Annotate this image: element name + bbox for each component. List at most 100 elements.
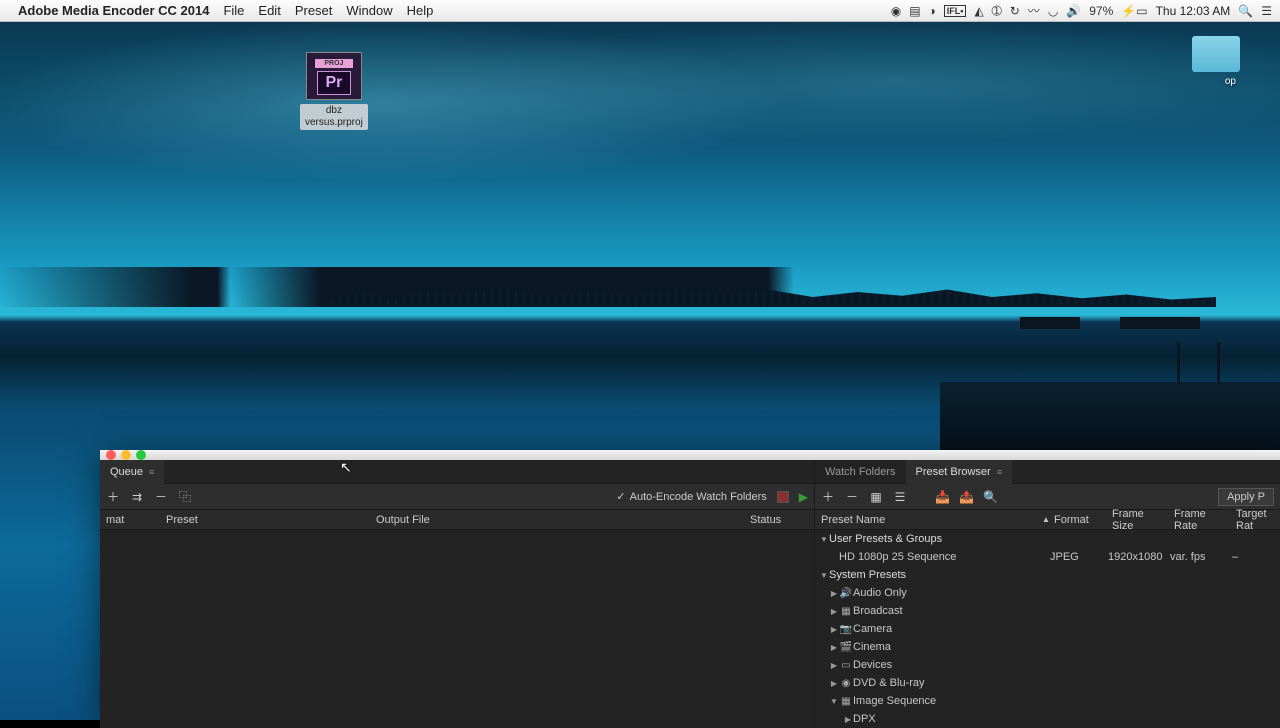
preset-category[interactable]: ▶📷Camera bbox=[815, 620, 1280, 638]
remove-button[interactable]: － bbox=[154, 488, 168, 505]
category-icon: 🎬 bbox=[839, 642, 853, 653]
window-close-button[interactable] bbox=[106, 450, 116, 460]
battery-icon[interactable]: ⚡▭ bbox=[1121, 4, 1147, 18]
col-preset[interactable]: Preset bbox=[160, 514, 370, 526]
queue-toolbar: ＋ ⇉ － ⿻ ✓ Auto-Encode Watch Folders ▶ bbox=[100, 484, 814, 510]
volume-icon[interactable]: 🔊 bbox=[1066, 4, 1081, 18]
group-system-presets[interactable]: ▼ System Presets bbox=[815, 566, 1280, 584]
macos-menubar: Adobe Media Encoder CC 2014 File Edit Pr… bbox=[0, 0, 1280, 22]
status-icon[interactable]: ◉ bbox=[891, 4, 901, 18]
panel-menu-icon[interactable]: ≡ bbox=[149, 467, 154, 477]
preset-browser-panel: Watch Folders Preset Browser ≡ ＋ － ▦ ☰ 📥… bbox=[815, 460, 1280, 728]
window-titlebar[interactable] bbox=[100, 450, 1280, 460]
preset-tree[interactable]: ▼ User Presets & Groups HD 1080p 25 Sequ… bbox=[815, 530, 1280, 728]
import-preset-button[interactable]: 📥 bbox=[935, 490, 949, 504]
menu-edit[interactable]: Edit bbox=[258, 3, 280, 18]
disclosure-icon[interactable]: ▶ bbox=[829, 643, 839, 652]
stop-queue-button[interactable] bbox=[777, 491, 789, 503]
window-zoom-button[interactable] bbox=[136, 450, 146, 460]
start-queue-button[interactable]: ▶ bbox=[799, 490, 808, 504]
tab-queue[interactable]: Queue ≡ bbox=[100, 460, 164, 484]
disclosure-icon[interactable]: ▶ bbox=[829, 589, 839, 598]
new-group-button[interactable]: ▦ bbox=[869, 490, 883, 504]
category-icon: ◉ bbox=[839, 678, 853, 689]
col-target-rate[interactable]: Target Rat bbox=[1232, 508, 1280, 532]
disclosure-icon[interactable]: ▶ bbox=[843, 715, 853, 724]
desktop-file-label: dbz versus.prproj bbox=[300, 104, 368, 130]
status-icon[interactable]: ◭ bbox=[974, 4, 983, 18]
desktop-folder[interactable] bbox=[1192, 36, 1240, 72]
category-icon: 📷 bbox=[839, 624, 853, 635]
disclosure-icon[interactable]: ▶ bbox=[829, 607, 839, 616]
desktop-folder-label: op bbox=[1225, 76, 1236, 87]
premiere-icon: Pr bbox=[317, 71, 351, 95]
queue-list[interactable] bbox=[100, 530, 814, 728]
category-label: Audio Only bbox=[853, 587, 1280, 599]
category-icon: ▭ bbox=[839, 660, 853, 671]
tab-queue-label: Queue bbox=[110, 466, 143, 478]
col-frame-rate[interactable]: Frame Rate bbox=[1170, 508, 1232, 532]
tab-preset-browser[interactable]: Preset Browser ≡ bbox=[906, 460, 1012, 484]
col-output[interactable]: Output File bbox=[370, 514, 744, 526]
preset-settings-button[interactable]: ☰ bbox=[893, 490, 907, 504]
menu-help[interactable]: Help bbox=[407, 3, 434, 18]
battery-percent[interactable]: 97% bbox=[1089, 4, 1113, 18]
add-source-button[interactable]: ＋ bbox=[106, 488, 120, 505]
category-label: Devices bbox=[853, 659, 1280, 671]
category-icon: 🔊 bbox=[839, 588, 853, 599]
status-icon[interactable]: IFL• bbox=[944, 5, 967, 17]
notification-center-icon[interactable]: ☰ bbox=[1261, 4, 1272, 18]
search-preset-button[interactable]: 🔍 bbox=[983, 490, 997, 504]
panel-menu-icon[interactable]: ≡ bbox=[997, 467, 1002, 477]
category-image-sequence[interactable]: ▼ ▦ Image Sequence bbox=[815, 692, 1280, 710]
disclosure-icon[interactable]: ▼ bbox=[829, 697, 839, 706]
preset-item[interactable]: HD 1080p 25 Sequence JPEG 1920x1080 var.… bbox=[815, 548, 1280, 566]
spotlight-icon[interactable]: 🔍 bbox=[1238, 4, 1253, 18]
disclosure-icon[interactable]: ▶ bbox=[829, 679, 839, 688]
wifi-icon[interactable]: ◡ bbox=[1048, 4, 1058, 18]
category-dpx[interactable]: ▶ DPX bbox=[815, 710, 1280, 728]
preset-toolbar: ＋ － ▦ ☰ 📥 📤 🔍 Apply P bbox=[815, 484, 1280, 510]
col-preset-name[interactable]: Preset Name bbox=[815, 514, 1038, 526]
preset-category[interactable]: ▶◉DVD & Blu-ray bbox=[815, 674, 1280, 692]
category-label: Broadcast bbox=[853, 605, 1280, 617]
disclosure-icon[interactable]: ▼ bbox=[819, 571, 829, 580]
status-icon[interactable]: ▤ bbox=[909, 4, 920, 18]
duplicate-button[interactable]: ⿻ bbox=[178, 488, 192, 505]
menu-file[interactable]: File bbox=[223, 3, 244, 18]
col-format[interactable]: Format bbox=[1050, 514, 1108, 526]
export-preset-button[interactable]: 📤 bbox=[959, 490, 973, 504]
group-user-presets[interactable]: ▼ User Presets & Groups bbox=[815, 530, 1280, 548]
col-format[interactable]: mat bbox=[100, 514, 160, 526]
auto-encode-checkbox[interactable]: ✓ Auto-Encode Watch Folders bbox=[616, 490, 766, 503]
preset-category[interactable]: ▶🎬Cinema bbox=[815, 638, 1280, 656]
menu-window[interactable]: Window bbox=[346, 3, 392, 18]
disclosure-icon[interactable]: ▼ bbox=[819, 535, 829, 544]
preset-category[interactable]: ▶▭Devices bbox=[815, 656, 1280, 674]
disclosure-icon[interactable]: ▶ bbox=[829, 661, 839, 670]
apply-preset-button[interactable]: Apply P bbox=[1218, 488, 1274, 506]
delete-preset-button[interactable]: － bbox=[845, 488, 859, 505]
disclosure-icon[interactable]: ▶ bbox=[829, 625, 839, 634]
status-icon[interactable]: ◑ bbox=[929, 4, 936, 18]
menubar-clock[interactable]: Thu 12:03 AM bbox=[1156, 4, 1231, 18]
new-preset-button[interactable]: ＋ bbox=[821, 488, 835, 505]
preset-category[interactable]: ▶▦Broadcast bbox=[815, 602, 1280, 620]
status-icon[interactable]: 〰 bbox=[1028, 2, 1040, 19]
status-icon[interactable]: ➀ bbox=[992, 4, 1002, 18]
sort-arrow-icon[interactable]: ▲ bbox=[1038, 515, 1050, 524]
window-minimize-button[interactable] bbox=[121, 450, 131, 460]
add-output-button[interactable]: ⇉ bbox=[130, 490, 144, 504]
queue-column-headers: mat Preset Output File Status bbox=[100, 510, 814, 530]
ame-window: Queue ≡ ＋ ⇉ － ⿻ ✓ Auto-Encode Watch Fold… bbox=[100, 450, 1280, 720]
col-frame-size[interactable]: Frame Size bbox=[1108, 508, 1170, 532]
preset-category[interactable]: ▶🔊Audio Only bbox=[815, 584, 1280, 602]
menu-preset[interactable]: Preset bbox=[295, 3, 333, 18]
app-name[interactable]: Adobe Media Encoder CC 2014 bbox=[18, 3, 209, 18]
category-label: Cinema bbox=[853, 641, 1280, 653]
category-icon: ▦ bbox=[839, 606, 853, 617]
col-status[interactable]: Status bbox=[744, 514, 814, 526]
desktop-file-prproj[interactable]: Pr dbz versus.prproj bbox=[300, 52, 368, 130]
tab-watch-folders[interactable]: Watch Folders bbox=[815, 460, 906, 484]
status-icon[interactable]: ↻ bbox=[1010, 4, 1020, 18]
